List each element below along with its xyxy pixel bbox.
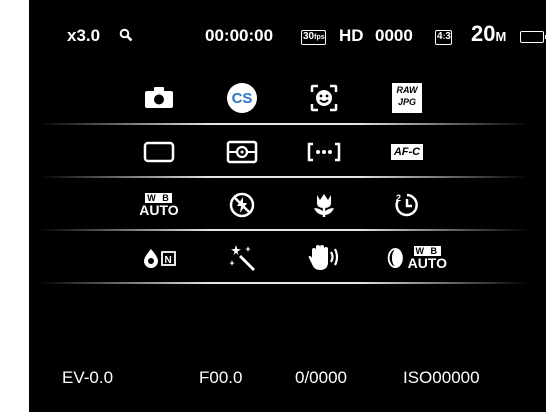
menu-row-1: CS RAW JPG — [29, 78, 546, 118]
white-balance-icon: W B AUTO — [139, 192, 179, 218]
frame-icon — [143, 141, 175, 163]
flash-button[interactable] — [222, 185, 262, 225]
status-bar: x3.0 00:00:00 30fps HD 0000 4:3 20M — [29, 21, 546, 48]
metering-button[interactable] — [222, 132, 262, 172]
image-format-button[interactable]: RAW JPG — [387, 78, 427, 118]
iso-value: ISO00000 — [403, 368, 480, 387]
magnifier-icon — [119, 28, 133, 42]
camera-icon — [145, 87, 173, 108]
menu-row-4: N W B AUTO — [29, 238, 546, 278]
af-area-icon — [307, 142, 341, 162]
flash-off-icon — [229, 192, 255, 218]
face-detect-icon — [310, 84, 338, 112]
af-mode-icon: AF-C — [391, 144, 423, 160]
megapixels: 20M — [471, 21, 507, 46]
menu-row-2: AF-C — [29, 132, 546, 172]
aspect-ratio-badge: 4:3 — [435, 30, 452, 45]
fps-badge: 30fps — [301, 30, 326, 45]
aperture-value: F00.0 — [199, 368, 243, 387]
wb-bracket-icon — [387, 247, 403, 269]
af-mode-button[interactable]: AF-C — [387, 132, 427, 172]
stabilizer-icon — [308, 245, 339, 270]
face-detect-button[interactable] — [304, 78, 344, 118]
self-timer-button[interactable]: 2 — [387, 185, 427, 225]
exposure-bar: EV-0.0 F00.0 0/0000 ISO00000 — [29, 368, 546, 390]
flash-mode-icon: N — [144, 249, 176, 268]
menu-row-3: W B AUTO 2 — [29, 185, 546, 225]
metering-icon — [226, 140, 258, 164]
af-area-button[interactable] — [304, 132, 344, 172]
custom-settings-button[interactable]: CS — [222, 78, 262, 118]
shot-count: 0000 — [375, 26, 413, 45]
exposure-compensation: EV-0.0 — [62, 368, 114, 387]
self-timer-icon: 2 — [395, 193, 418, 217]
row-divider — [39, 176, 529, 178]
cs-icon: CS — [227, 83, 257, 113]
svg-text:N: N — [165, 255, 172, 266]
row-divider — [39, 229, 529, 231]
macro-icon — [314, 194, 334, 217]
macro-button[interactable] — [304, 185, 344, 225]
frame-button[interactable] — [139, 132, 179, 172]
shooting-mode-button[interactable] — [139, 78, 179, 118]
image-stabilizer-button[interactable] — [304, 238, 344, 278]
white-balance-icon: W B AUTO — [407, 245, 447, 271]
art-filter-icon — [229, 245, 255, 271]
wb-bracket-button[interactable]: W B AUTO — [387, 238, 447, 278]
row-divider — [39, 282, 529, 284]
camera-screen: x3.0 00:00:00 30fps HD 0000 4:3 20M CS R… — [29, 0, 546, 412]
row-divider — [39, 123, 529, 125]
white-balance-button[interactable]: W B AUTO — [139, 185, 179, 225]
flash-mode-button[interactable]: N — [139, 238, 179, 278]
raw-jpg-icon: RAW JPG — [392, 83, 422, 113]
shutter-speed: 0/0000 — [295, 368, 347, 387]
art-filter-button[interactable] — [222, 238, 262, 278]
svg-text:2: 2 — [396, 193, 401, 203]
timecode: 00:00:00 — [205, 26, 274, 45]
battery-icon — [520, 31, 546, 43]
zoom-level: x3.0 — [67, 26, 101, 45]
video-quality: HD — [339, 26, 364, 45]
